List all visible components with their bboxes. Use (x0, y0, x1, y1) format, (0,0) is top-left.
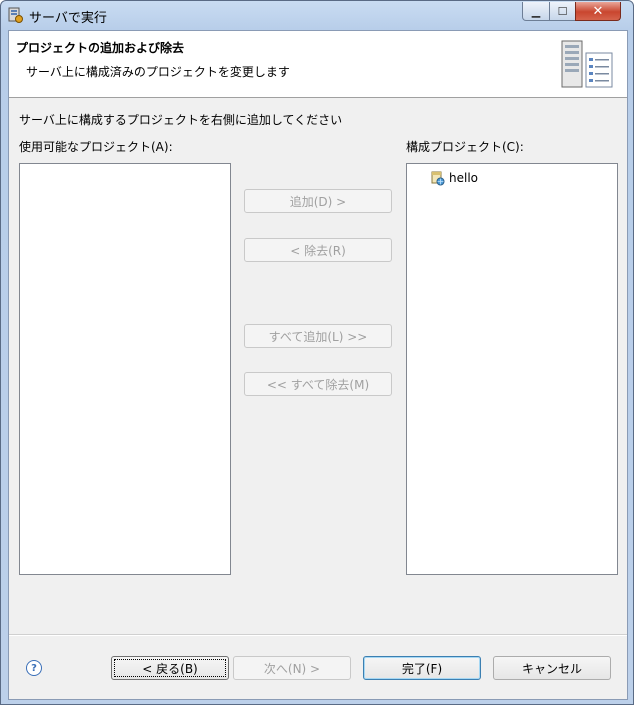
minimize-button[interactable]: ▁ (522, 2, 550, 21)
tree-item-hello[interactable]: hello (431, 169, 478, 187)
close-button[interactable]: ✕ (575, 2, 621, 21)
available-projects-list[interactable] (19, 163, 231, 575)
finish-button[interactable]: 完了(F) (363, 656, 481, 680)
tree-item-label: hello (449, 171, 478, 185)
cancel-button[interactable]: キャンセル (493, 656, 611, 680)
instruction-text: サーバ上に構成するプロジェクトを右側に追加してください (19, 113, 343, 127)
page-description: サーバ上に構成済みのプロジェクトを変更します (26, 65, 290, 79)
minimize-icon: ▁ (531, 4, 541, 18)
server-icon (561, 40, 613, 88)
back-button[interactable]: < 戻る(B) (111, 656, 229, 680)
next-button[interactable]: 次へ(N) > (233, 656, 351, 680)
maximize-button[interactable]: ☐ (549, 2, 576, 21)
configured-projects-label: 構成プロジェクト(C): (406, 140, 524, 154)
title-bar[interactable]: サーバで実行 ▁ ☐ ✕ (1, 1, 633, 29)
close-icon: ✕ (592, 3, 604, 19)
window-title: サーバで実行 (29, 11, 107, 26)
app-icon (8, 7, 23, 23)
web-project-icon (431, 171, 445, 185)
configured-projects-list[interactable]: hello (406, 163, 618, 575)
footer-divider (9, 634, 627, 636)
remove-button[interactable]: < 除去(R) (244, 238, 392, 262)
add-all-button[interactable]: すべて追加(L) >> (244, 324, 392, 348)
maximize-icon: ☐ (557, 4, 568, 18)
dialog-window: サーバで実行 ▁ ☐ ✕ プロジェクトの追加および除去 サーバ上に構成済みのプロ… (0, 0, 634, 705)
add-button[interactable]: 追加(D) > (244, 189, 392, 213)
dialog-client: プロジェクトの追加および除去 サーバ上に構成済みのプロジェクトを変更します サー… (8, 30, 628, 700)
page-title: プロジェクトの追加および除去 (16, 41, 185, 55)
help-icon[interactable]: ? (26, 660, 42, 676)
wizard-banner: プロジェクトの追加および除去 サーバ上に構成済みのプロジェクトを変更します (9, 31, 627, 98)
remove-all-button[interactable]: << すべて除去(M) (244, 372, 392, 396)
available-projects-label: 使用可能なプロジェクト(A): (19, 140, 173, 154)
